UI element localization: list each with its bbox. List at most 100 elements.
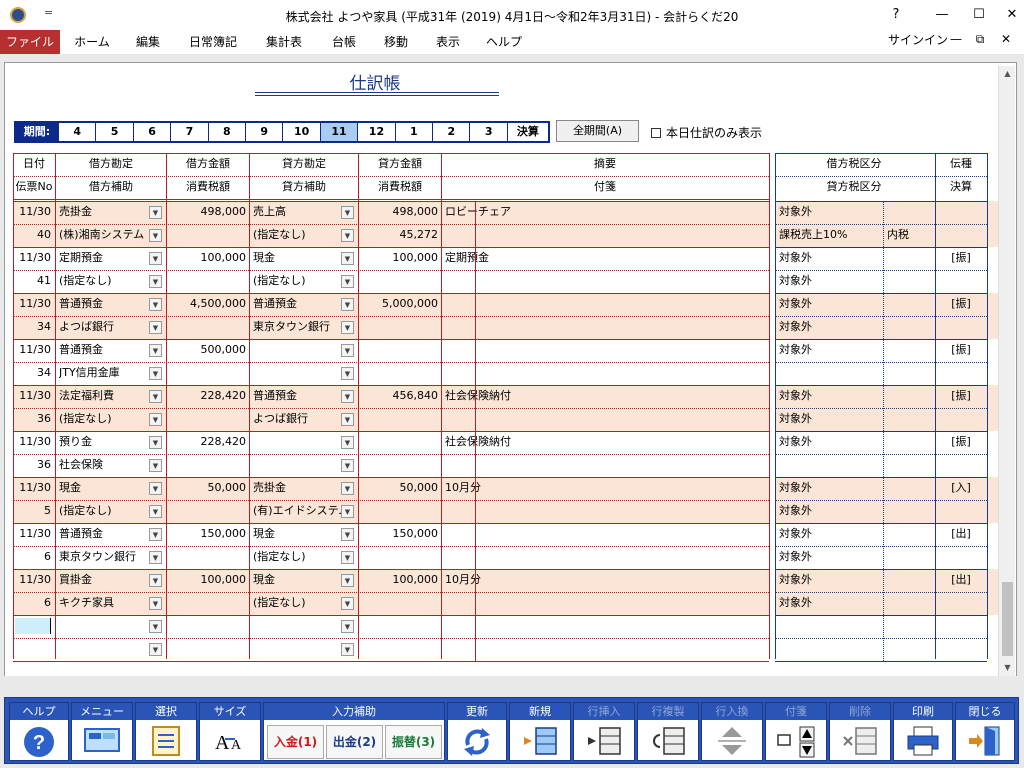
deposit-button[interactable]: 入金(1) (267, 725, 324, 759)
close-button[interactable]: ✕ (996, 4, 1024, 26)
withdraw-button[interactable]: 出金(2) (326, 725, 383, 759)
input-assist-label: 入力補助 (264, 703, 444, 720)
period-11[interactable]: 11 (319, 123, 358, 141)
header-tag: 付箋 (594, 180, 616, 193)
menu-daily[interactable]: 日常簿記 (182, 30, 244, 54)
chevron-down-icon[interactable]: ▼ (149, 597, 162, 610)
signin-link[interactable]: サインイン (888, 30, 948, 50)
row-date: 11/30 (19, 251, 51, 264)
chevron-down-icon[interactable]: ▼ (149, 643, 162, 656)
period-12[interactable]: 12 (357, 123, 394, 141)
chevron-down-icon[interactable]: ▼ (341, 206, 354, 219)
chevron-down-icon[interactable]: ▼ (341, 367, 354, 380)
vertical-scrollbar[interactable]: ▲ ▼ (998, 66, 1015, 676)
chevron-down-icon[interactable]: ▼ (149, 436, 162, 449)
help-icon[interactable]: ? (880, 4, 912, 26)
period-7[interactable]: 7 (170, 123, 207, 141)
chevron-down-icon[interactable]: ▼ (341, 344, 354, 357)
chevron-down-icon[interactable]: ▼ (149, 367, 162, 380)
all-period-button[interactable]: 全期間(A) (556, 120, 639, 142)
chevron-down-icon[interactable]: ▼ (149, 413, 162, 426)
chevron-down-icon[interactable]: ▼ (341, 321, 354, 334)
chevron-down-icon[interactable]: ▼ (149, 229, 162, 242)
chevron-down-icon[interactable]: ▼ (341, 643, 354, 656)
size-button[interactable]: サイズ AA (199, 702, 261, 761)
chevron-down-icon[interactable]: ▼ (341, 459, 354, 472)
menu-file[interactable]: ファイル (0, 30, 60, 54)
menu-edit[interactable]: 編集 (124, 30, 172, 54)
period-2[interactable]: 2 (432, 123, 469, 141)
today-only-label: 本日仕訳のみ表示 (666, 126, 763, 140)
chevron-down-icon[interactable]: ▼ (149, 252, 162, 265)
doc-close-button[interactable]: ✕ (994, 32, 1018, 46)
chevron-down-icon[interactable]: ▼ (149, 390, 162, 403)
chevron-down-icon[interactable]: ▼ (149, 206, 162, 219)
chevron-down-icon[interactable]: ▼ (149, 459, 162, 472)
print-button[interactable]: 印刷 (893, 702, 953, 761)
date-input[interactable] (15, 618, 51, 634)
close-window-button[interactable]: 閉じる (955, 702, 1015, 761)
doc-minimize-button[interactable]: — (944, 32, 968, 46)
doc-restore-button[interactable]: ⧉ (968, 32, 992, 47)
transfer-button[interactable]: 振替(3) (385, 725, 442, 759)
scroll-thumb[interactable] (1002, 582, 1013, 656)
checkbox-icon[interactable] (651, 128, 661, 138)
menu-ledger[interactable]: 台帳 (322, 30, 366, 54)
chevron-down-icon[interactable]: ▼ (341, 413, 354, 426)
period-1[interactable]: 1 (394, 123, 432, 141)
menu-summary[interactable]: 集計表 (258, 30, 310, 54)
minimize-button[interactable]: — (926, 4, 958, 26)
scroll-up-icon[interactable]: ▲ (999, 66, 1016, 82)
period-settlement[interactable]: 決算 (506, 123, 548, 141)
chevron-down-icon[interactable]: ▼ (341, 620, 354, 633)
maximize-button[interactable]: ☐ (963, 4, 995, 26)
menu-view[interactable]: 表示 (428, 30, 468, 54)
period-3[interactable]: 3 (469, 123, 506, 141)
chevron-down-icon[interactable]: ▼ (341, 551, 354, 564)
chevron-down-icon[interactable]: ▼ (149, 551, 162, 564)
period-4[interactable]: 4 (58, 123, 95, 141)
period-8[interactable]: 8 (207, 123, 245, 141)
refresh-button[interactable]: 更新 (447, 702, 507, 761)
chevron-down-icon[interactable]: ▼ (341, 505, 354, 518)
chevron-down-icon[interactable]: ▼ (149, 344, 162, 357)
grid-dotted-line (13, 408, 769, 409)
menu-move[interactable]: 移動 (376, 30, 416, 54)
period-6[interactable]: 6 (132, 123, 170, 141)
chevron-down-icon[interactable]: ▼ (341, 298, 354, 311)
tax-column-divider (935, 153, 936, 659)
grid-line (13, 199, 769, 200)
row-debit-account: 預り金 (59, 435, 92, 448)
scroll-down-icon[interactable]: ▼ (999, 660, 1016, 676)
chevron-down-icon[interactable]: ▼ (149, 528, 162, 541)
chevron-down-icon[interactable]: ▼ (341, 252, 354, 265)
help-button[interactable]: ヘルプ ? (9, 702, 69, 761)
chevron-down-icon[interactable]: ▼ (149, 482, 162, 495)
period-5[interactable]: 5 (95, 123, 132, 141)
period-10[interactable]: 10 (282, 123, 319, 141)
horizontal-scrollbar[interactable] (4, 676, 1017, 692)
today-only-checkbox[interactable]: 本日仕訳のみ表示 (651, 124, 762, 141)
chevron-down-icon[interactable]: ▼ (341, 436, 354, 449)
chevron-down-icon[interactable]: ▼ (149, 505, 162, 518)
row-date: 11/30 (19, 343, 51, 356)
chevron-down-icon[interactable]: ▼ (149, 620, 162, 633)
row-debit-tax-category: 対象外 (779, 297, 812, 310)
menu-button[interactable]: メニュー (71, 702, 133, 761)
menu-help[interactable]: ヘルプ (480, 30, 528, 54)
chevron-down-icon[interactable]: ▼ (341, 528, 354, 541)
period-9[interactable]: 9 (245, 123, 282, 141)
new-button[interactable]: 新規 (509, 702, 571, 761)
select-button[interactable]: 選択 (135, 702, 197, 761)
chevron-down-icon[interactable]: ▼ (341, 275, 354, 288)
chevron-down-icon[interactable]: ▼ (341, 482, 354, 495)
chevron-down-icon[interactable]: ▼ (341, 390, 354, 403)
chevron-down-icon[interactable]: ▼ (341, 574, 354, 587)
chevron-down-icon[interactable]: ▼ (149, 298, 162, 311)
chevron-down-icon[interactable]: ▼ (149, 574, 162, 587)
chevron-down-icon[interactable]: ▼ (341, 229, 354, 242)
chevron-down-icon[interactable]: ▼ (149, 321, 162, 334)
chevron-down-icon[interactable]: ▼ (341, 597, 354, 610)
chevron-down-icon[interactable]: ▼ (149, 275, 162, 288)
menu-home[interactable]: ホーム (66, 30, 118, 54)
